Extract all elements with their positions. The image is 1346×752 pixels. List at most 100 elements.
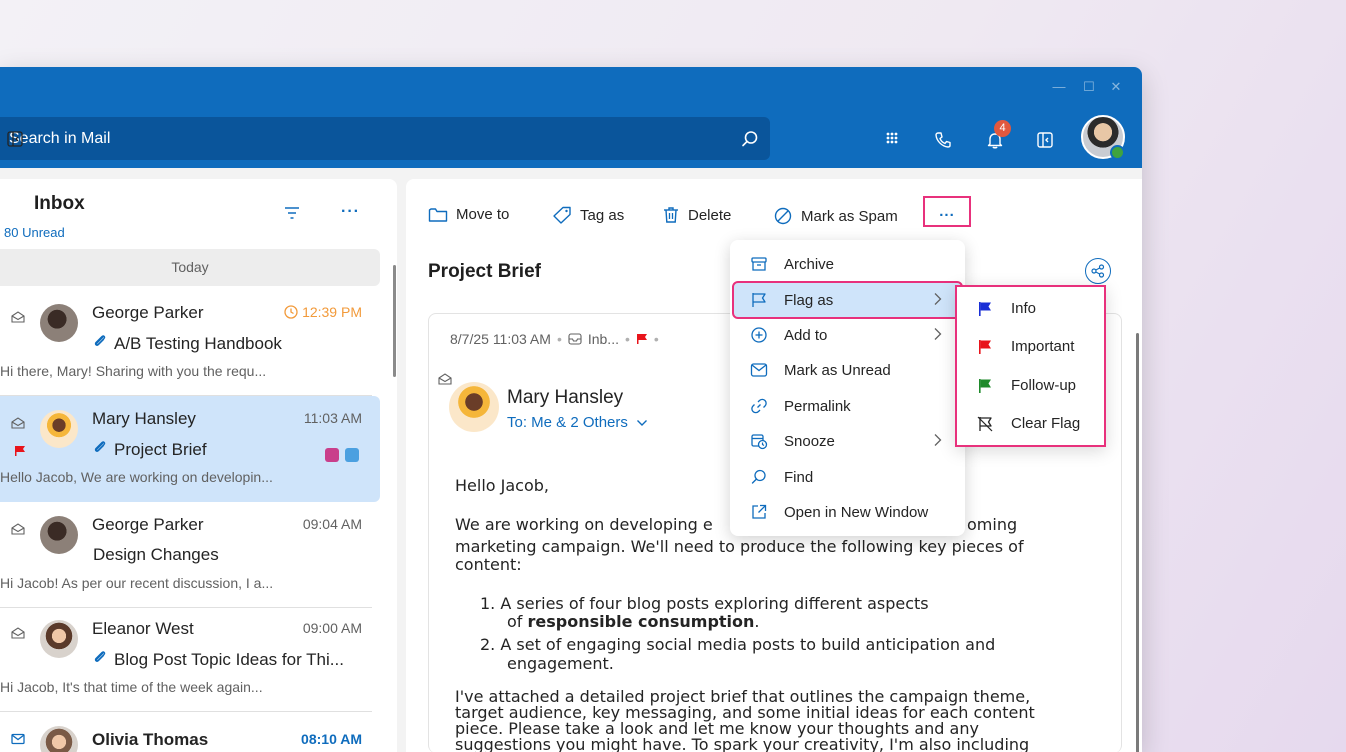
preview-text: Hi Jacob! As per our recent discussion, …	[0, 575, 274, 591]
inbox-tray-icon	[568, 333, 582, 345]
list-more-options-icon[interactable]: ···	[341, 203, 360, 221]
flag-red-icon	[979, 340, 991, 354]
envelope-open-icon	[11, 626, 25, 644]
list-scrollbar[interactable]	[393, 265, 396, 377]
side-panel-toggle-icon[interactable]	[1030, 125, 1060, 155]
folder-title: Inbox	[34, 193, 85, 214]
list-item[interactable]: Olivia Thomas 08:10 AM	[0, 712, 380, 752]
menu-item-snooze[interactable]: Snooze	[730, 424, 965, 458]
flag-icon	[636, 334, 647, 344]
list-item[interactable]: George Parker 09:04 AM Design Changes Hi…	[0, 502, 380, 608]
block-icon	[774, 207, 792, 225]
trash-icon	[664, 207, 678, 223]
envelope-closed-icon	[11, 732, 25, 750]
avatar	[40, 726, 78, 752]
menu-item-open-new-window[interactable]: Open in New Window	[730, 495, 965, 529]
body-list-item: engagement.	[507, 654, 614, 673]
avatar	[40, 620, 78, 658]
flag-option-follow-up[interactable]: Follow-up	[957, 367, 1104, 405]
title-bar: — ☐ ✕ 4	[0, 67, 1142, 168]
preview-text: Hi there, Mary! Sharing with you the req…	[0, 363, 267, 379]
search-bar	[0, 117, 770, 160]
chevron-down-icon	[636, 419, 647, 426]
menu-item-flag-as[interactable]: Flag as	[732, 281, 963, 319]
menu-item-add-to[interactable]: Add to	[730, 318, 965, 352]
sender-name: Olivia Thomas	[92, 730, 209, 749]
received-time: 09:00 AM	[302, 620, 362, 636]
archive-icon	[751, 257, 767, 271]
reading-scrollbar[interactable]	[1136, 333, 1139, 752]
sender-avatar	[449, 382, 499, 432]
body-greeting: Hello Jacob,	[455, 476, 549, 495]
search-input[interactable]	[0, 117, 730, 160]
clear-flag-icon	[977, 416, 993, 432]
flag-outline-icon	[752, 293, 766, 307]
minimize-icon[interactable]: —	[1045, 75, 1073, 99]
tag-as-button[interactable]: Tag as	[552, 206, 624, 224]
envelope-open-icon	[11, 310, 25, 328]
menu-item-archive[interactable]: Archive	[730, 247, 965, 281]
list-item[interactable]: George Parker 12:39 PM A/B Testing Handb…	[0, 290, 380, 396]
subject-line: A/B Testing Handbook	[92, 333, 282, 354]
avatar	[40, 516, 78, 554]
flag-option-info[interactable]: Info	[957, 290, 1104, 328]
body-paragraph-line: piece. Please take a look and let me kno…	[455, 719, 979, 738]
chevron-right-icon	[934, 328, 942, 340]
body-paragraph-line: target audience, key messaging, and some…	[455, 703, 1035, 722]
phone-icon[interactable]	[928, 125, 958, 155]
meta-separator: •	[653, 331, 659, 347]
meta-separator: •	[556, 331, 562, 347]
menu-item-find[interactable]: Find	[730, 460, 965, 494]
received-time: 11:03 AM	[303, 410, 362, 426]
notification-bell-icon[interactable]: 4	[980, 120, 1011, 155]
open-external-icon	[752, 504, 767, 519]
attachment-icon	[92, 649, 108, 670]
envelope-open-icon	[11, 416, 25, 434]
sender-name: Mary Hansley	[507, 387, 624, 408]
chevron-right-icon	[934, 434, 942, 446]
folder-pane-toggle-icon[interactable]	[6, 130, 24, 153]
received-time: 12:39 PM	[284, 304, 362, 320]
close-icon[interactable]: ✕	[1102, 75, 1130, 99]
subject-line: Project Brief	[92, 439, 207, 460]
body-list-item: 2. A set of engaging social media posts …	[480, 635, 996, 654]
search-icon[interactable]	[730, 117, 770, 160]
envelope-open-icon	[11, 522, 25, 540]
avatar	[40, 304, 78, 342]
list-item[interactable]: Eleanor West 09:00 AM Blog Post Topic Id…	[0, 606, 380, 712]
share-icon[interactable]	[1085, 258, 1111, 284]
body-paragraph-line: I've attached a detailed project brief t…	[455, 687, 1031, 706]
filter-icon[interactable]	[284, 206, 300, 225]
body-paragraph-line: We are working on developing e	[455, 515, 713, 534]
recipients-toggle[interactable]: To: Me & 2 Others	[507, 414, 648, 431]
reminder-clock-icon	[284, 305, 298, 319]
category-tag-pink	[325, 448, 339, 462]
tag-icon	[553, 206, 571, 224]
more-actions-button[interactable]: ...	[923, 196, 971, 227]
message-subject: Project Brief	[428, 261, 541, 282]
delete-button[interactable]: Delete	[662, 206, 731, 224]
received-time: 08:10 AM	[301, 731, 362, 747]
search-icon	[751, 469, 766, 484]
sender-name: Eleanor West	[92, 619, 194, 638]
flag-option-clear[interactable]: Clear Flag	[957, 405, 1104, 443]
body-paragraph-line: oming	[967, 515, 1018, 534]
sender-name: Mary Hansley	[92, 409, 196, 428]
category-tag-blue	[345, 448, 359, 462]
menu-item-mark-unread[interactable]: Mark as Unread	[730, 353, 965, 387]
folder-icon	[428, 207, 448, 222]
list-item-selected[interactable]: Mary Hansley 11:03 AM Project Brief Hell…	[0, 396, 380, 502]
move-to-button[interactable]: Move to	[428, 206, 509, 223]
snooze-icon	[751, 434, 768, 450]
body-paragraph-line: marketing campaign. We'll need to produc…	[455, 537, 1024, 556]
link-icon	[751, 398, 767, 414]
flag-option-important[interactable]: Important	[957, 328, 1104, 366]
add-circle-icon	[751, 327, 767, 343]
preview-text: Hi Jacob, It's that time of the week aga…	[0, 679, 263, 695]
maximize-icon[interactable]: ☐	[1075, 75, 1103, 99]
apps-grid-icon[interactable]	[879, 125, 909, 155]
meta-separator: •	[624, 331, 630, 347]
flag-icon	[14, 444, 26, 462]
mark-as-spam-button[interactable]: Mark as Spam	[773, 206, 898, 226]
menu-item-permalink[interactable]: Permalink	[730, 389, 965, 423]
